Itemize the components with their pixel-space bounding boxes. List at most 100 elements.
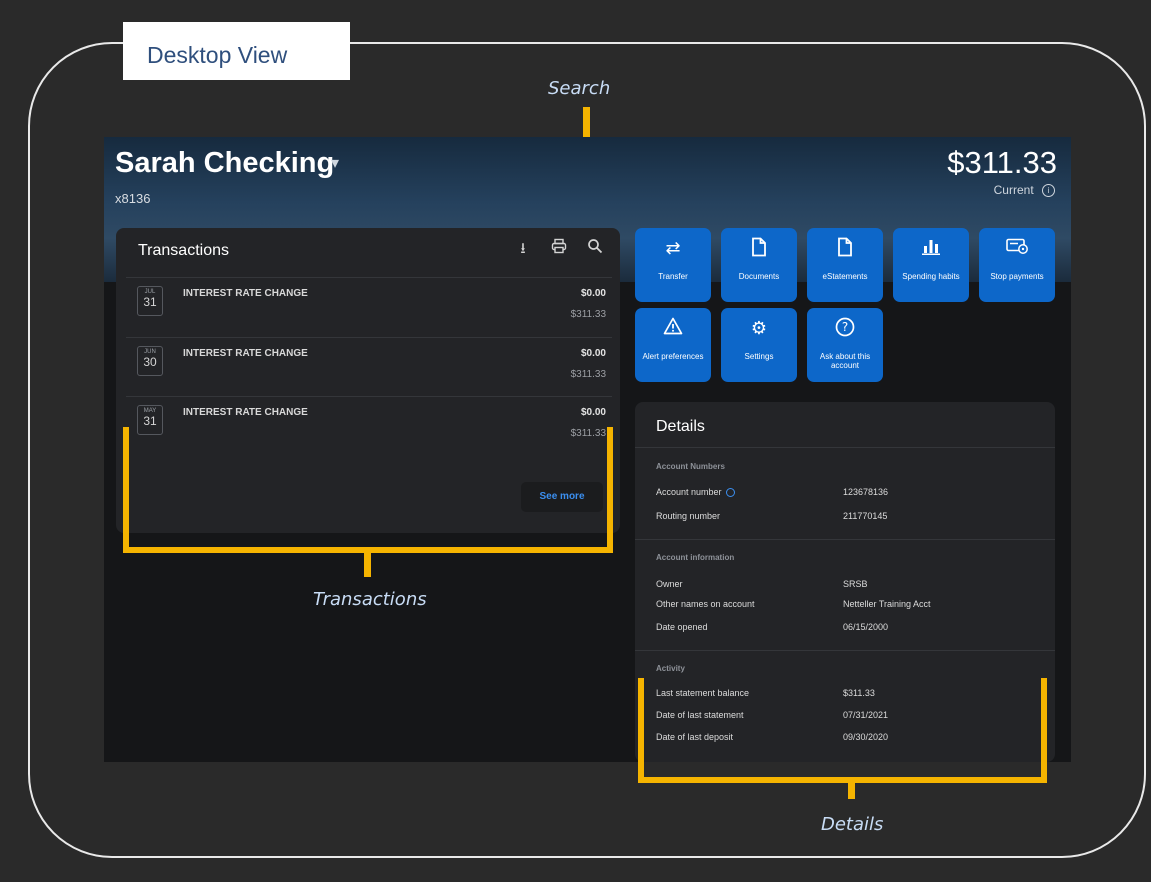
transfer-button[interactable]: ⇄ Transfer bbox=[635, 228, 711, 302]
tile-label: Stop payments bbox=[990, 272, 1044, 281]
transactions-panel: Transactions ⭳ JUL 31 INTEREST RATE CHAN… bbox=[116, 228, 620, 533]
divider bbox=[635, 447, 1055, 448]
account-number-value: 123678136 bbox=[843, 487, 889, 497]
date-day: 30 bbox=[143, 355, 157, 369]
details-annotation-line bbox=[848, 783, 855, 799]
transactions-title: Transactions bbox=[138, 242, 229, 259]
info-icon[interactable] bbox=[725, 488, 735, 498]
details-bracket-right bbox=[1041, 678, 1047, 782]
date-day: 31 bbox=[143, 414, 157, 428]
account-name[interactable]: Sarah Checking bbox=[115, 147, 334, 180]
alert-preferences-button[interactable]: Alert preferences bbox=[635, 308, 711, 382]
svg-text:?: ? bbox=[842, 320, 848, 334]
date-opened-row: Date opened 06/15/2000 bbox=[656, 622, 1046, 632]
chevron-down-icon[interactable]: ▾ bbox=[331, 153, 339, 173]
transaction-description: INTEREST RATE CHANGE bbox=[183, 288, 308, 299]
transfer-icon: ⇄ bbox=[665, 238, 681, 258]
balance-status: Current i bbox=[993, 183, 1055, 198]
owner-value: SRSB bbox=[843, 579, 868, 589]
date-of-last-statement-row: Date of last statement 07/31/2021 bbox=[656, 710, 1046, 720]
tile-label: Spending habits bbox=[902, 272, 960, 281]
transaction-description: INTEREST RATE CHANGE bbox=[183, 348, 308, 359]
account-number: x8136 bbox=[115, 191, 151, 206]
date-of-last-statement-label: Date of last statement bbox=[656, 710, 744, 720]
date-day: 31 bbox=[143, 295, 157, 309]
details-bracket-bottom bbox=[638, 777, 1047, 783]
tile-label: Transfer bbox=[658, 272, 688, 281]
date-of-last-deposit-value: 09/30/2020 bbox=[843, 732, 889, 742]
balance-status-label: Current bbox=[993, 183, 1034, 197]
tile-label: Settings bbox=[744, 352, 774, 361]
routing-number-label: Routing number bbox=[656, 511, 721, 521]
tile-label: Alert preferences bbox=[642, 352, 704, 361]
details-annotation-label: Details bbox=[821, 814, 884, 835]
owner-row: Owner SRSB bbox=[656, 579, 1046, 589]
transaction-row[interactable]: MAY 31 INTEREST RATE CHANGE $0.00 $311.3… bbox=[126, 396, 612, 455]
documents-button[interactable]: Documents bbox=[721, 228, 797, 302]
transaction-running-balance: $311.33 bbox=[570, 369, 606, 380]
transactions-annotation-label: Transactions bbox=[313, 589, 427, 610]
details-panel: Details Account Numbers Account number 1… bbox=[635, 402, 1055, 762]
gear-icon: ⚙ bbox=[750, 318, 768, 338]
transaction-amount: $0.00 bbox=[580, 348, 606, 359]
bar-chart-icon bbox=[893, 237, 969, 260]
date-of-last-deposit-label: Date of last deposit bbox=[656, 732, 734, 742]
tile-label: Documents bbox=[738, 272, 780, 281]
ask-about-account-button[interactable]: ? Ask about this account bbox=[807, 308, 883, 382]
transaction-running-balance: $311.33 bbox=[570, 309, 606, 320]
date-opened-label: Date opened bbox=[656, 622, 708, 632]
account-balance: $311.33 bbox=[947, 145, 1057, 180]
transaction-amount: $0.00 bbox=[580, 407, 606, 418]
other-names-value: Netteller Training Acct bbox=[843, 599, 931, 609]
last-statement-balance-label: Last statement balance bbox=[656, 688, 750, 698]
warning-icon bbox=[635, 317, 711, 340]
account-numbers-heading: Account Numbers bbox=[656, 462, 725, 471]
activity-heading: Activity bbox=[656, 664, 685, 673]
divider bbox=[635, 539, 1055, 540]
tile-label: eStatements bbox=[822, 272, 868, 281]
estatements-button[interactable]: eStatements bbox=[807, 228, 883, 302]
spending-habits-button[interactable]: Spending habits bbox=[893, 228, 969, 302]
date-opened-value: 06/15/2000 bbox=[843, 622, 889, 632]
account-information-heading: Account information bbox=[656, 553, 735, 562]
date-of-last-deposit-row: Date of last deposit 09/30/2020 bbox=[656, 732, 1046, 742]
see-more-button[interactable]: See more bbox=[521, 482, 603, 512]
routing-number-value: 211770145 bbox=[843, 511, 888, 521]
date-badge: JUN 30 bbox=[137, 346, 163, 376]
transactions-bracket-right bbox=[607, 427, 613, 552]
banking-app: Sarah Checking ▾ x8136 $311.33 Current i… bbox=[104, 137, 1071, 762]
transaction-description: INTEREST RATE CHANGE bbox=[183, 407, 308, 418]
transactions-toolbar: ⭳ bbox=[512, 238, 606, 260]
account-number-label: Account number bbox=[656, 487, 722, 497]
transaction-amount: $0.00 bbox=[580, 288, 606, 299]
search-icon[interactable] bbox=[584, 238, 606, 260]
transactions-bracket-left bbox=[123, 427, 129, 552]
stop-payments-button[interactable]: Stop payments bbox=[979, 228, 1055, 302]
question-icon: ? bbox=[807, 317, 883, 342]
divider bbox=[635, 650, 1055, 651]
last-statement-balance-row: Last statement balance $311.33 bbox=[656, 688, 1046, 698]
date-badge: MAY 31 bbox=[137, 405, 163, 435]
document-icon bbox=[721, 237, 797, 262]
details-title: Details bbox=[656, 418, 705, 435]
details-bracket-left bbox=[638, 678, 644, 782]
last-statement-balance-value: $311.33 bbox=[843, 688, 875, 698]
download-icon[interactable]: ⭳ bbox=[512, 238, 534, 260]
stop-payment-icon bbox=[979, 237, 1055, 259]
routing-number-row: Routing number 211770145 bbox=[656, 511, 1046, 521]
search-annotation-label: Search bbox=[548, 78, 611, 99]
other-names-row: Other names on account Netteller Trainin… bbox=[656, 599, 1046, 609]
settings-button[interactable]: ⚙ Settings bbox=[721, 308, 797, 382]
tile-label: Ask about this account bbox=[819, 352, 871, 370]
date-of-last-statement-value: 07/31/2021 bbox=[843, 710, 889, 720]
view-label: Desktop View bbox=[123, 22, 350, 80]
transaction-running-balance: $311.33 bbox=[570, 428, 606, 439]
other-names-label: Other names on account bbox=[656, 599, 755, 609]
date-badge: JUL 31 bbox=[137, 286, 163, 316]
print-icon[interactable] bbox=[548, 238, 570, 260]
transaction-row[interactable]: JUL 31 INTEREST RATE CHANGE $0.00 $311.3… bbox=[126, 277, 612, 336]
transaction-row[interactable]: JUN 30 INTEREST RATE CHANGE $0.00 $311.3… bbox=[126, 337, 612, 396]
owner-label: Owner bbox=[656, 579, 683, 589]
info-icon[interactable]: i bbox=[1042, 184, 1055, 198]
account-number-row: Account number 123678136 bbox=[656, 487, 1046, 498]
